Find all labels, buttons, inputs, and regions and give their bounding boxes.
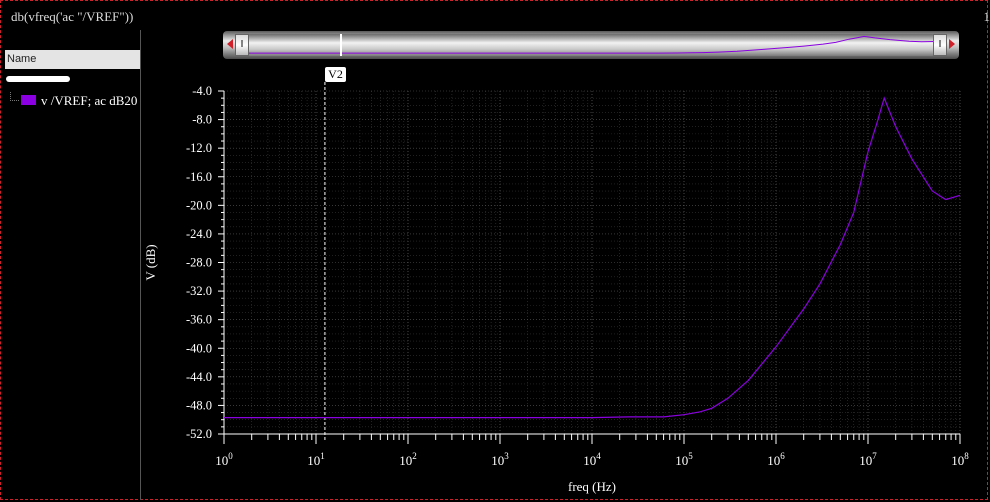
y-tick-label: -52.0 <box>186 427 212 441</box>
series-line <box>224 96 961 419</box>
x-tick-label: 106 <box>767 451 785 468</box>
y-tick-label: -28.0 <box>186 256 212 270</box>
x-tick-label: 107 <box>859 451 877 468</box>
x-tick-label: 100 <box>215 451 233 468</box>
y-tick-label: -24.0 <box>186 227 212 241</box>
y-tick-label: -44.0 <box>186 370 212 384</box>
tick-labels: 100 101 102 103 104 105 106 107 108 -4.0 -8.0 -12.0… <box>186 84 969 468</box>
x-axis-label: freq (Hz) <box>568 479 616 494</box>
x-tick-label: 105 <box>675 451 693 468</box>
y-tick-label: -40.0 <box>186 341 212 355</box>
plot-series <box>224 96 961 419</box>
grid-lines <box>223 90 961 435</box>
y-tick-label: -4.0 <box>192 84 212 98</box>
x-tick-label: 104 <box>583 451 601 468</box>
x-tick-label: 103 <box>491 451 509 468</box>
y-axis-label: V (dB) <box>143 244 158 280</box>
chart-plot: 100 101 102 103 104 105 106 107 108 -4.0 -8.0 -12.0… <box>143 82 969 494</box>
y-tick-label: -12.0 <box>186 141 212 155</box>
x-tick-label: 101 <box>307 451 325 468</box>
y-tick-label: -20.0 <box>186 198 212 212</box>
x-tick-label: 108 <box>951 451 969 468</box>
y-tick-label: -32.0 <box>186 284 212 298</box>
y-tick-label: -36.0 <box>186 313 212 327</box>
y-tick-label: -16.0 <box>186 170 212 184</box>
x-tick-label: 102 <box>399 451 417 468</box>
y-tick-label: -48.0 <box>186 398 212 412</box>
y-tick-label: -8.0 <box>192 113 212 127</box>
